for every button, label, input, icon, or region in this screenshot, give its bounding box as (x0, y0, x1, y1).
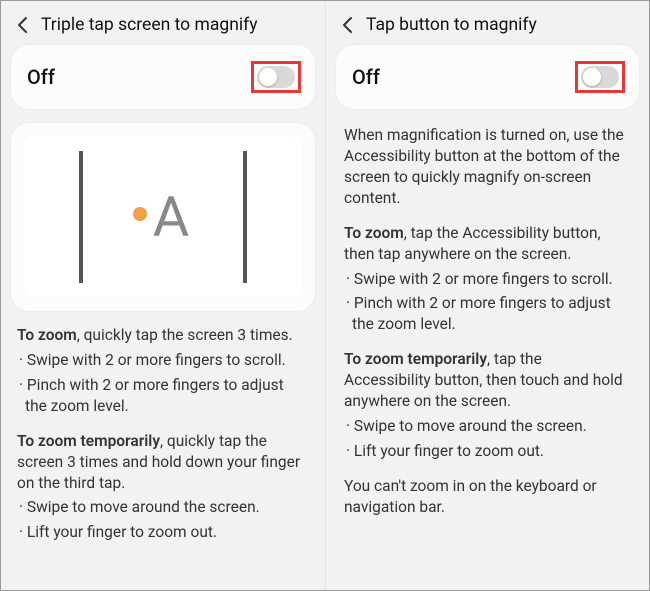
zoom-line: To zoom, quickly tap the screen 3 times. (17, 325, 309, 346)
toggle-row[interactable]: Off (336, 45, 639, 109)
temp-line: To zoom temporarily, quickly tap the scr… (17, 431, 309, 494)
magnify-illustration: A (25, 137, 301, 297)
toggle-label: Off (27, 65, 55, 89)
temp-bullet: · Lift your finger to zoom out. (344, 441, 631, 462)
page-title: Triple tap screen to magnify (41, 15, 257, 35)
instructions: When magnification is turned on, use the… (336, 123, 639, 542)
zoom-bullet: · Pinch with 2 or more fingers to adjust… (344, 293, 631, 335)
frame-bar-left (79, 151, 83, 283)
back-icon[interactable] (13, 15, 33, 35)
temp-block: To zoom temporarily, tap the Accessibili… (344, 349, 631, 462)
touch-dot-icon (133, 207, 147, 221)
header: Triple tap screen to magnify (11, 9, 315, 45)
header: Tap button to magnify (336, 9, 639, 45)
letter-a-icon: A (153, 189, 190, 245)
page-title: Tap button to magnify (366, 15, 537, 35)
instructions: To zoom, quickly tap the screen 3 times.… (11, 325, 315, 567)
temp-head: To zoom temporarily (17, 432, 160, 450)
intro-block: When magnification is turned on, use the… (344, 125, 631, 209)
zoom-bullet: · Pinch with 2 or more fingers to adjust… (17, 375, 309, 417)
temp-bullet: · Swipe to move around the screen. (17, 497, 309, 518)
toggle-row[interactable]: Off (11, 45, 315, 109)
pane-triple-tap: Triple tap screen to magnify Off A To zo… (1, 1, 325, 590)
pane-tap-button: Tap button to magnify Off When magnifica… (325, 1, 649, 590)
zoom-block: To zoom, quickly tap the screen 3 times.… (17, 325, 309, 417)
zoom-line: To zoom, tap the Accessibility button, t… (344, 223, 631, 265)
toggle-card: Off (336, 45, 639, 109)
note-text: You can't zoom in on the keyboard or nav… (344, 476, 631, 518)
temp-line: To zoom temporarily, tap the Accessibili… (344, 349, 631, 412)
illustration-card: A (11, 123, 315, 311)
zoom-bullet: · Swipe with 2 or more fingers to scroll… (17, 350, 309, 371)
toggle-switch[interactable] (257, 66, 295, 88)
highlight-box (575, 61, 625, 93)
back-icon[interactable] (338, 15, 358, 35)
note-block: You can't zoom in on the keyboard or nav… (344, 476, 631, 518)
zoom-tail: , quickly tap the screen 3 times. (77, 326, 293, 344)
toggle-card: Off (11, 45, 315, 109)
zoom-head: To zoom (17, 326, 77, 344)
temp-bullet: · Lift your finger to zoom out. (17, 522, 309, 543)
temp-bullet: · Swipe to move around the screen. (344, 416, 631, 437)
zoom-bullet: · Swipe with 2 or more fingers to scroll… (344, 269, 631, 290)
toggle-switch[interactable] (581, 66, 619, 88)
temp-block: To zoom temporarily, quickly tap the scr… (17, 431, 309, 544)
temp-head: To zoom temporarily (344, 350, 487, 368)
zoom-block: To zoom, tap the Accessibility button, t… (344, 223, 631, 336)
zoom-head: To zoom (344, 224, 404, 242)
toggle-label: Off (352, 65, 380, 89)
highlight-box (251, 61, 301, 93)
intro-text: When magnification is turned on, use the… (344, 125, 631, 209)
frame-bar-right (243, 151, 247, 283)
